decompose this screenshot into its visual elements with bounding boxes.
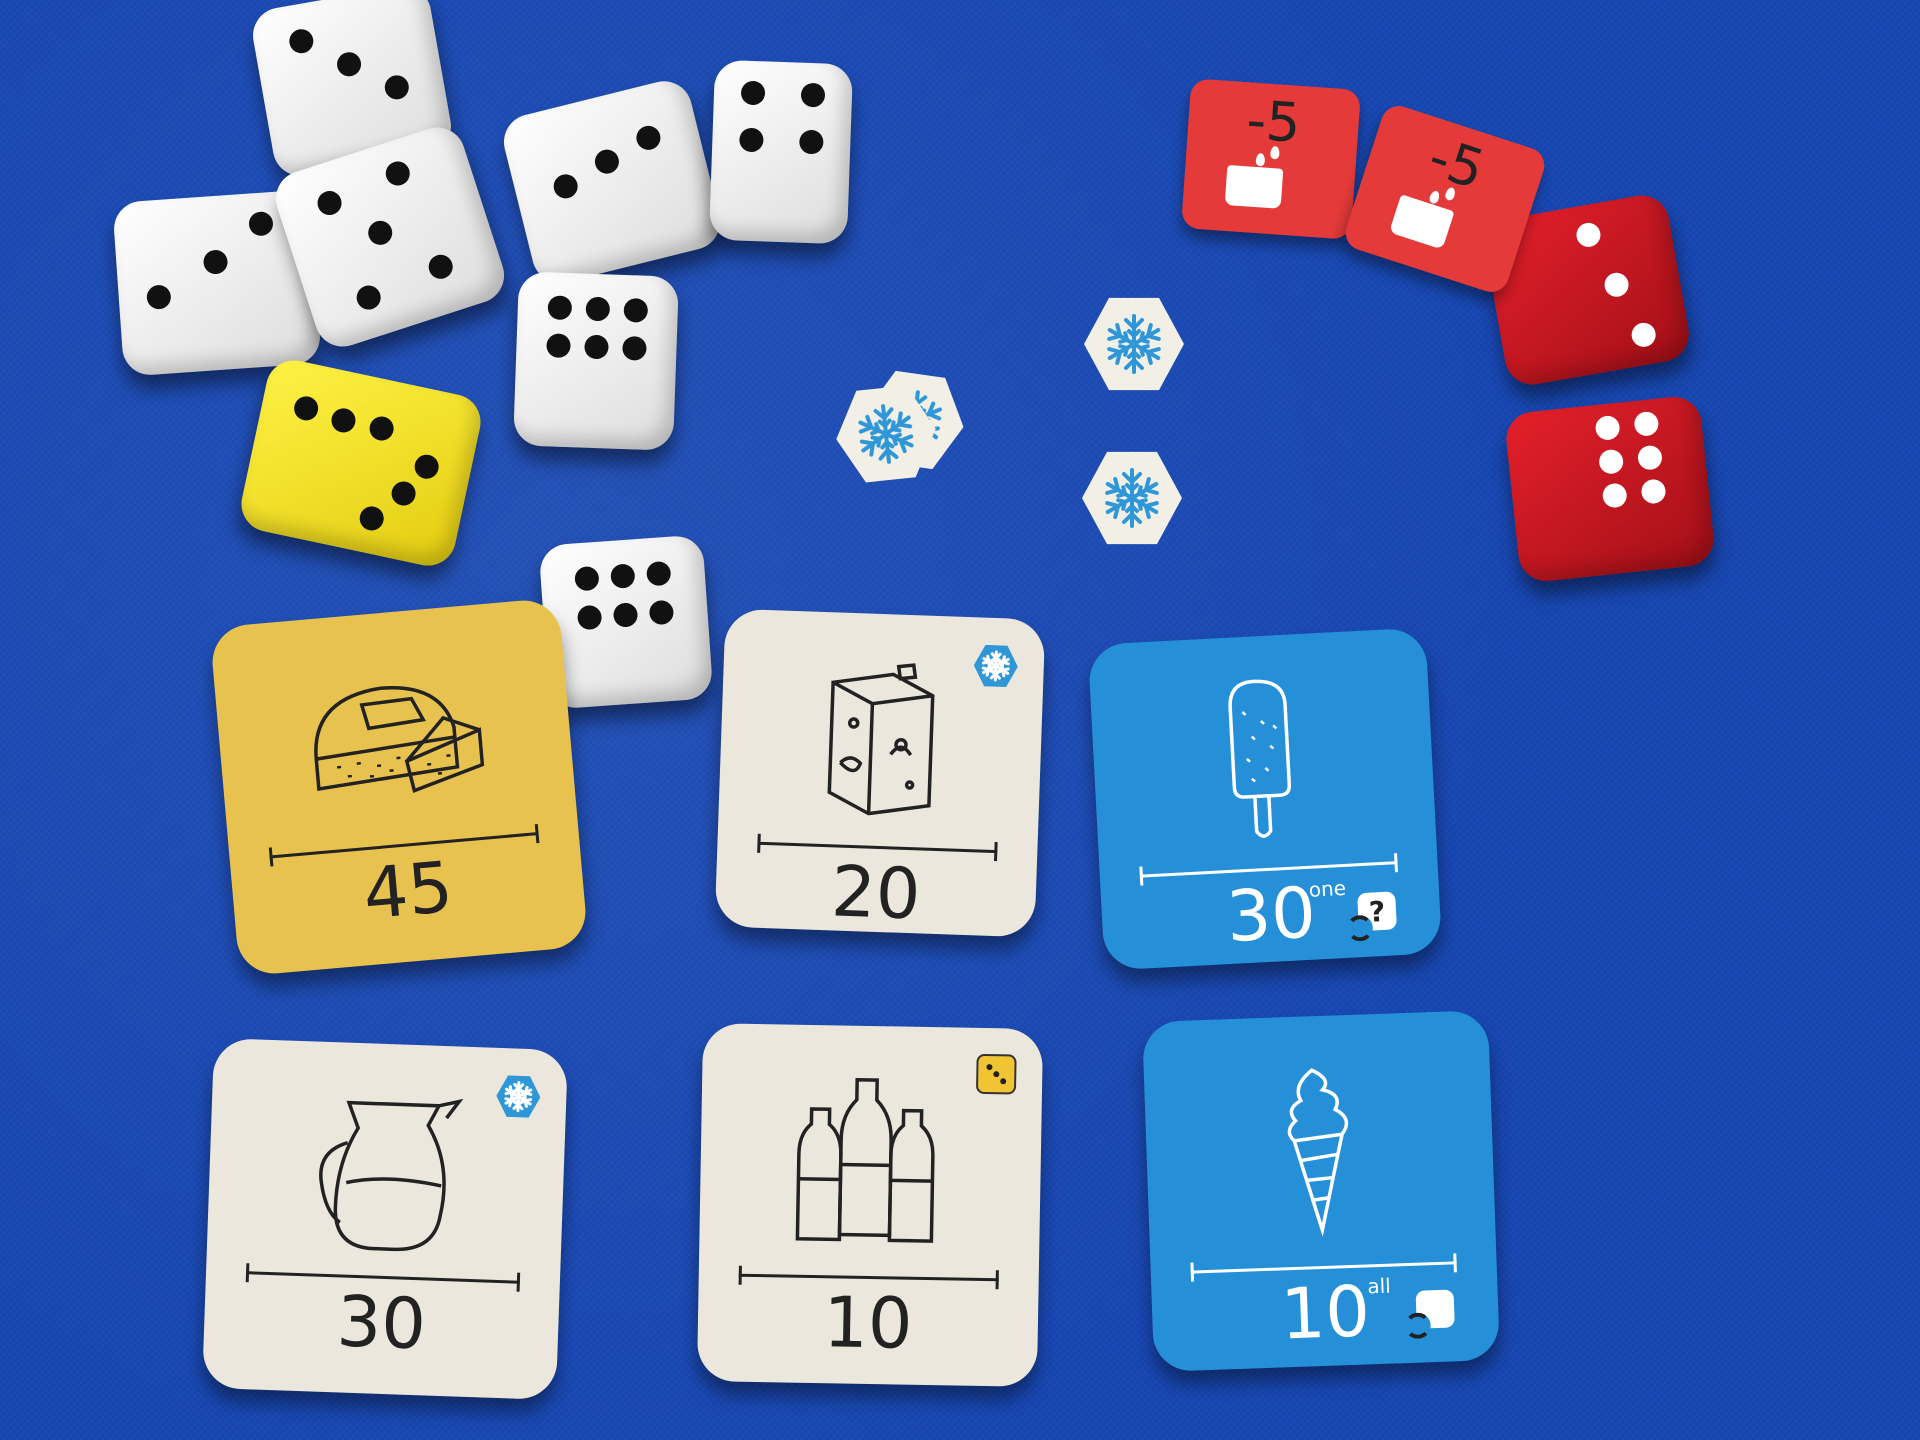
die-pip — [291, 394, 320, 423]
board-game-table: { "cards": [ {"id": "cheese", "icon": "c… — [0, 0, 1920, 1440]
white-die[interactable] — [513, 271, 679, 451]
drop-icon — [1428, 189, 1441, 205]
reroll-all-icon: all — [1367, 1274, 1459, 1340]
die-pip — [1640, 478, 1667, 505]
die-pip — [740, 80, 766, 106]
ice-cream-cone-icon — [1287, 1068, 1349, 1237]
die-pip — [584, 334, 609, 360]
die-pip — [551, 171, 581, 202]
card-value: 20 — [829, 850, 922, 936]
die-pip — [365, 217, 396, 248]
white-die[interactable] — [708, 59, 854, 245]
cheese-wheel-icon — [314, 685, 485, 794]
ice-cream-bar-icon — [1228, 679, 1292, 838]
die-pip — [412, 452, 442, 481]
snow-token[interactable] — [1084, 297, 1184, 391]
die-pip — [633, 122, 663, 153]
card-ice-cone[interactable]: 10 all — [1141, 1010, 1501, 1372]
die-pip — [1633, 410, 1660, 437]
die-pip — [314, 187, 345, 219]
card-value: 30 — [335, 1280, 428, 1366]
card-milk-carton[interactable]: 20 — [714, 608, 1046, 938]
die-pip — [573, 565, 600, 592]
die-pip — [1636, 444, 1664, 471]
snowflake-icon — [849, 397, 924, 472]
reroll-scope: all — [1366, 1273, 1392, 1299]
die-pip — [738, 127, 764, 153]
reroll-scope: one — [1308, 875, 1347, 902]
die-pip — [612, 602, 639, 629]
die-pip — [382, 158, 414, 189]
penalty-value: -5 — [1421, 125, 1492, 202]
card-milk-bottles[interactable]: 10 — [696, 1023, 1044, 1387]
drop-icon — [1255, 152, 1266, 167]
spilled-cup-icon — [1224, 164, 1284, 209]
milk-jug-icon — [319, 1098, 464, 1252]
reroll-arrows-icon — [1404, 1312, 1432, 1340]
die-pip — [335, 50, 363, 79]
milk-bottles-icon — [795, 1077, 935, 1243]
reroll-arrows-icon — [1346, 914, 1374, 942]
spilled-cup-icon — [1388, 194, 1455, 250]
die-pip — [585, 296, 611, 322]
die-pip — [622, 336, 648, 361]
card-milk-jug[interactable]: 30 — [202, 1037, 568, 1401]
penalty-token[interactable]: -5 — [1180, 78, 1362, 240]
die-pip — [576, 605, 603, 631]
die-pip — [1601, 482, 1628, 509]
die-pip — [145, 284, 172, 311]
die-pip — [247, 211, 274, 237]
snowflake-icon — [1107, 314, 1161, 374]
drop-icon — [1270, 145, 1280, 160]
die-pip — [367, 414, 396, 443]
die-pip — [592, 147, 622, 177]
red-die[interactable] — [1503, 394, 1717, 584]
die-pip — [800, 83, 826, 108]
die-pip — [425, 251, 456, 282]
die-pip — [609, 563, 636, 589]
die-pip — [648, 600, 675, 626]
milk-carton-icon — [827, 663, 935, 816]
die-pip — [1597, 448, 1625, 475]
die-pip — [1630, 320, 1658, 349]
die-pip — [1594, 414, 1621, 441]
white-die[interactable] — [498, 75, 726, 289]
die-pip — [389, 479, 418, 508]
snowflake-icon — [1105, 468, 1159, 528]
die-pip — [1602, 270, 1631, 299]
die-pip — [287, 27, 316, 56]
card-ice-pop[interactable]: 30 one ? — [1087, 627, 1443, 971]
die-pip — [382, 72, 411, 101]
yellow-die[interactable] — [236, 355, 486, 571]
die-pip — [1574, 221, 1603, 250]
die-pip — [202, 249, 229, 275]
die-pip — [329, 405, 358, 435]
die-pip — [545, 333, 571, 359]
snow-token[interactable] — [1082, 451, 1182, 545]
reroll-one-icon: one ? — [1308, 876, 1401, 942]
card-cheese[interactable]: 45 — [209, 597, 589, 977]
die-pip — [547, 295, 572, 320]
die-pip — [645, 560, 672, 587]
card-value: 10 — [822, 1281, 914, 1365]
die-pip — [357, 504, 386, 533]
die-pip — [623, 297, 649, 323]
die-pip — [353, 282, 384, 313]
die-pip — [799, 129, 825, 155]
